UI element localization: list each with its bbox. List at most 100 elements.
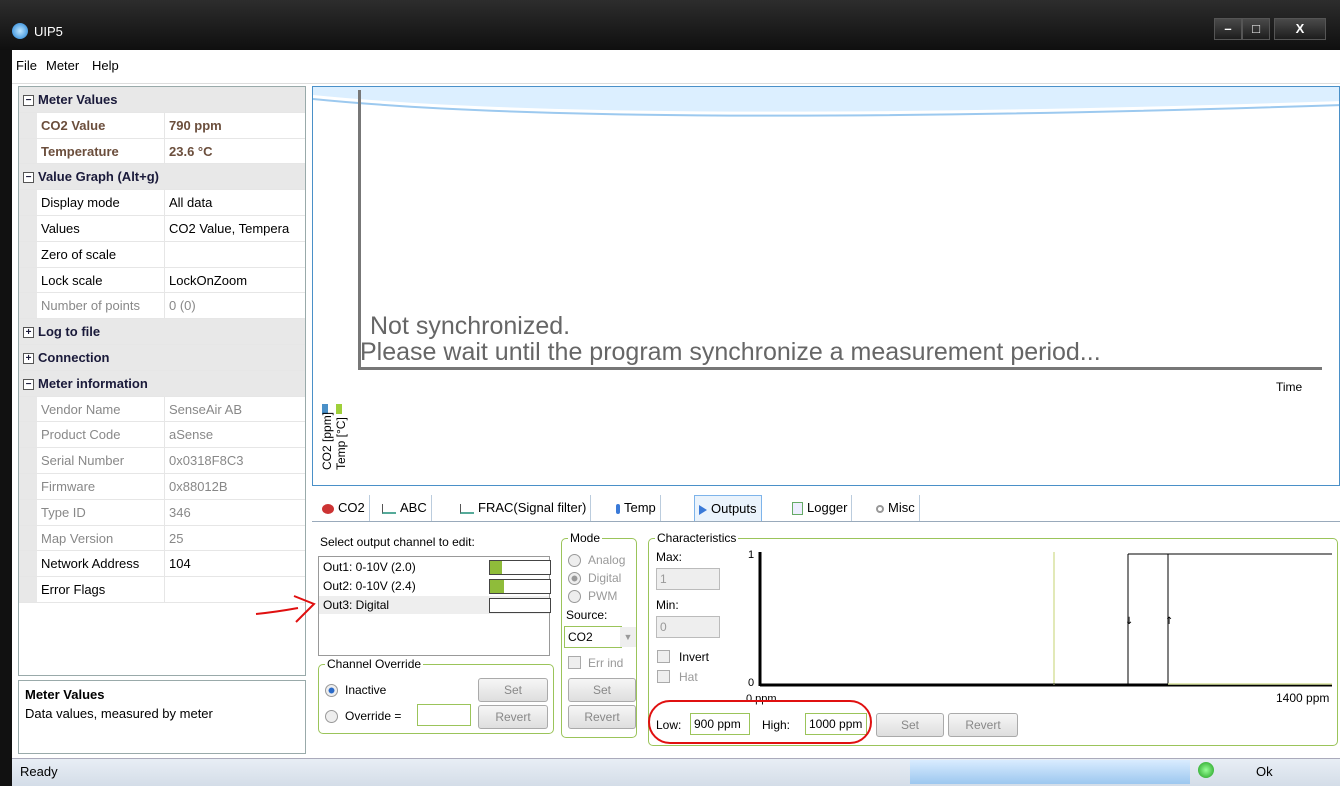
- min-label: Min:: [656, 598, 679, 612]
- prop-value-display-mode[interactable]: All data: [165, 190, 305, 215]
- category-meter-values[interactable]: − Meter Values: [19, 87, 305, 113]
- max-label: Max:: [656, 550, 683, 564]
- prop-value-network-address[interactable]: 104: [165, 551, 305, 576]
- tab-co2[interactable]: CO2: [318, 495, 370, 521]
- prop-label-number-of-points: Number of points: [19, 293, 165, 319]
- channel-list[interactable]: Out1: 0-10V (2.0) Out2: 0-10V (2.4) Out3…: [318, 556, 551, 656]
- channel-item-out1[interactable]: Out1: 0-10V (2.0): [323, 560, 416, 574]
- minimize-button[interactable]: –: [1214, 18, 1242, 40]
- chart-arrow-up: ↑: [1165, 616, 1173, 627]
- invert-label: Invert: [679, 650, 710, 664]
- mode-revert-button[interactable]: Revert: [568, 705, 636, 729]
- prop-value-temperature: 23.6 °C: [169, 143, 213, 159]
- prop-label-vendor: Vendor Name: [19, 396, 165, 422]
- collapse-icon[interactable]: −: [23, 95, 34, 107]
- tab-outputs[interactable]: Outputs: [694, 495, 762, 521]
- chart-y-bottom-label: 0: [748, 677, 754, 689]
- tab-frac[interactable]: FRAC(Signal filter): [456, 495, 592, 521]
- characteristics-set-button[interactable]: Set: [876, 713, 944, 737]
- description-title: Meter Values: [25, 687, 105, 702]
- annotation-circle: [648, 700, 872, 744]
- prop-label-error-flags: Error Flags: [19, 577, 165, 602]
- digital-label: Digital: [588, 571, 622, 585]
- category-connection[interactable]: + Connection: [19, 344, 305, 371]
- source-label: Source:: [566, 608, 608, 622]
- pwm-radio[interactable]: [568, 590, 581, 603]
- menu-help[interactable]: Help: [92, 58, 119, 73]
- invert-checkbox[interactable]: [657, 650, 670, 663]
- prop-value-firmware: 0x88012B: [169, 478, 228, 494]
- collapse-icon[interactable]: −: [23, 378, 34, 390]
- tab-abc[interactable]: ABC: [378, 495, 432, 521]
- expand-icon[interactable]: +: [23, 353, 34, 365]
- tab-temp[interactable]: Temp: [612, 495, 661, 521]
- tab-bar: CO2 ABC FRAC(Signal filter) Temp Outputs…: [312, 490, 1340, 522]
- tab-misc[interactable]: Misc: [872, 495, 920, 521]
- signal-icon: [460, 503, 474, 514]
- prop-value-product-code: aSense: [169, 427, 214, 443]
- description-text: Data values, measured by meter: [25, 706, 213, 721]
- category-value-graph[interactable]: − Value Graph (Alt+g): [19, 164, 305, 191]
- menu-bar: File Meter Help: [12, 50, 1340, 84]
- override-radio[interactable]: [325, 710, 338, 723]
- tab-logger[interactable]: Logger: [788, 495, 853, 521]
- graph-y-label-co2: CO2 [ppm]: [320, 411, 334, 470]
- window-frame: [0, 50, 12, 786]
- prop-value-serial: 0x0318F8C3: [169, 453, 244, 469]
- category-log-to-file[interactable]: + Log to file: [19, 319, 305, 345]
- characteristics-revert-button[interactable]: Revert: [948, 713, 1018, 737]
- menu-meter[interactable]: Meter: [46, 58, 79, 73]
- expand-icon[interactable]: +: [23, 327, 34, 339]
- min-input[interactable]: 0: [656, 616, 720, 638]
- prop-value-lock-scale[interactable]: LockOnZoom: [165, 268, 305, 293]
- mode-set-button[interactable]: Set: [568, 678, 636, 702]
- inactive-label: Inactive: [345, 683, 387, 697]
- line-chart-icon: [382, 503, 396, 514]
- maximize-button[interactable]: □: [1242, 18, 1270, 40]
- prop-label-type-id: Type ID: [19, 499, 165, 525]
- override-revert-button[interactable]: Revert: [478, 705, 548, 729]
- err-ind-checkbox[interactable]: [568, 656, 581, 669]
- channel-item-out3[interactable]: Out3: Digital: [323, 598, 389, 612]
- property-grid[interactable]: − Meter Values CO2 Value 790 ppm Temperatu…: [18, 86, 306, 676]
- override-value-input[interactable]: [417, 704, 471, 726]
- status-ok-text: Ok: [1256, 764, 1273, 779]
- max-input[interactable]: 1: [656, 568, 720, 590]
- category-meter-information[interactable]: − Meter information: [19, 370, 305, 397]
- prop-value-type-id: 346: [169, 504, 191, 520]
- channel-override-title: Channel Override: [325, 657, 424, 671]
- characteristics-title: Characteristics: [655, 531, 739, 545]
- source-select[interactable]: CO2: [564, 626, 622, 648]
- status-text: Ready: [20, 764, 58, 779]
- prop-label-firmware: Firmware: [19, 473, 165, 499]
- override-set-button[interactable]: Set: [478, 678, 548, 702]
- co2-icon: [322, 503, 334, 514]
- channel-item-out2[interactable]: Out2: 0-10V (2.4): [323, 579, 416, 593]
- digital-radio[interactable]: [568, 572, 581, 585]
- prop-value-values[interactable]: CO2 Value, Tempera: [165, 216, 305, 241]
- hat-checkbox[interactable]: [657, 670, 670, 683]
- prop-label-product-code: Product Code: [19, 422, 165, 448]
- analog-radio[interactable]: [568, 554, 581, 567]
- channel-level-fill: [490, 580, 505, 593]
- prop-label-lock-scale: Lock scale: [19, 267, 165, 293]
- chevron-down-icon[interactable]: ▼: [620, 627, 636, 647]
- pwm-label: PWM: [588, 589, 618, 603]
- graph-x-label: Time: [1276, 380, 1303, 394]
- prop-label-co2: CO2 Value: [19, 112, 165, 138]
- channel-level-out3: [489, 598, 551, 613]
- collapse-icon[interactable]: −: [23, 172, 34, 184]
- prop-label-network-address: Network Address: [19, 551, 165, 577]
- chart-arrow-down: ↓: [1125, 616, 1133, 627]
- thermometer-icon: [616, 503, 620, 514]
- close-button[interactable]: X: [1274, 18, 1326, 40]
- menu-file[interactable]: File: [16, 58, 37, 73]
- window-title: UIP5: [34, 24, 63, 39]
- status-progress-segment: [910, 760, 1190, 784]
- chart-y-top-label: 1: [748, 549, 754, 561]
- title-bar: UIP5 – □ X: [0, 0, 1340, 50]
- logger-icon: [792, 502, 803, 516]
- prop-value-zero-of-scale[interactable]: [165, 242, 305, 267]
- legend-temp-swatch: [336, 404, 342, 414]
- inactive-radio[interactable]: [325, 684, 338, 697]
